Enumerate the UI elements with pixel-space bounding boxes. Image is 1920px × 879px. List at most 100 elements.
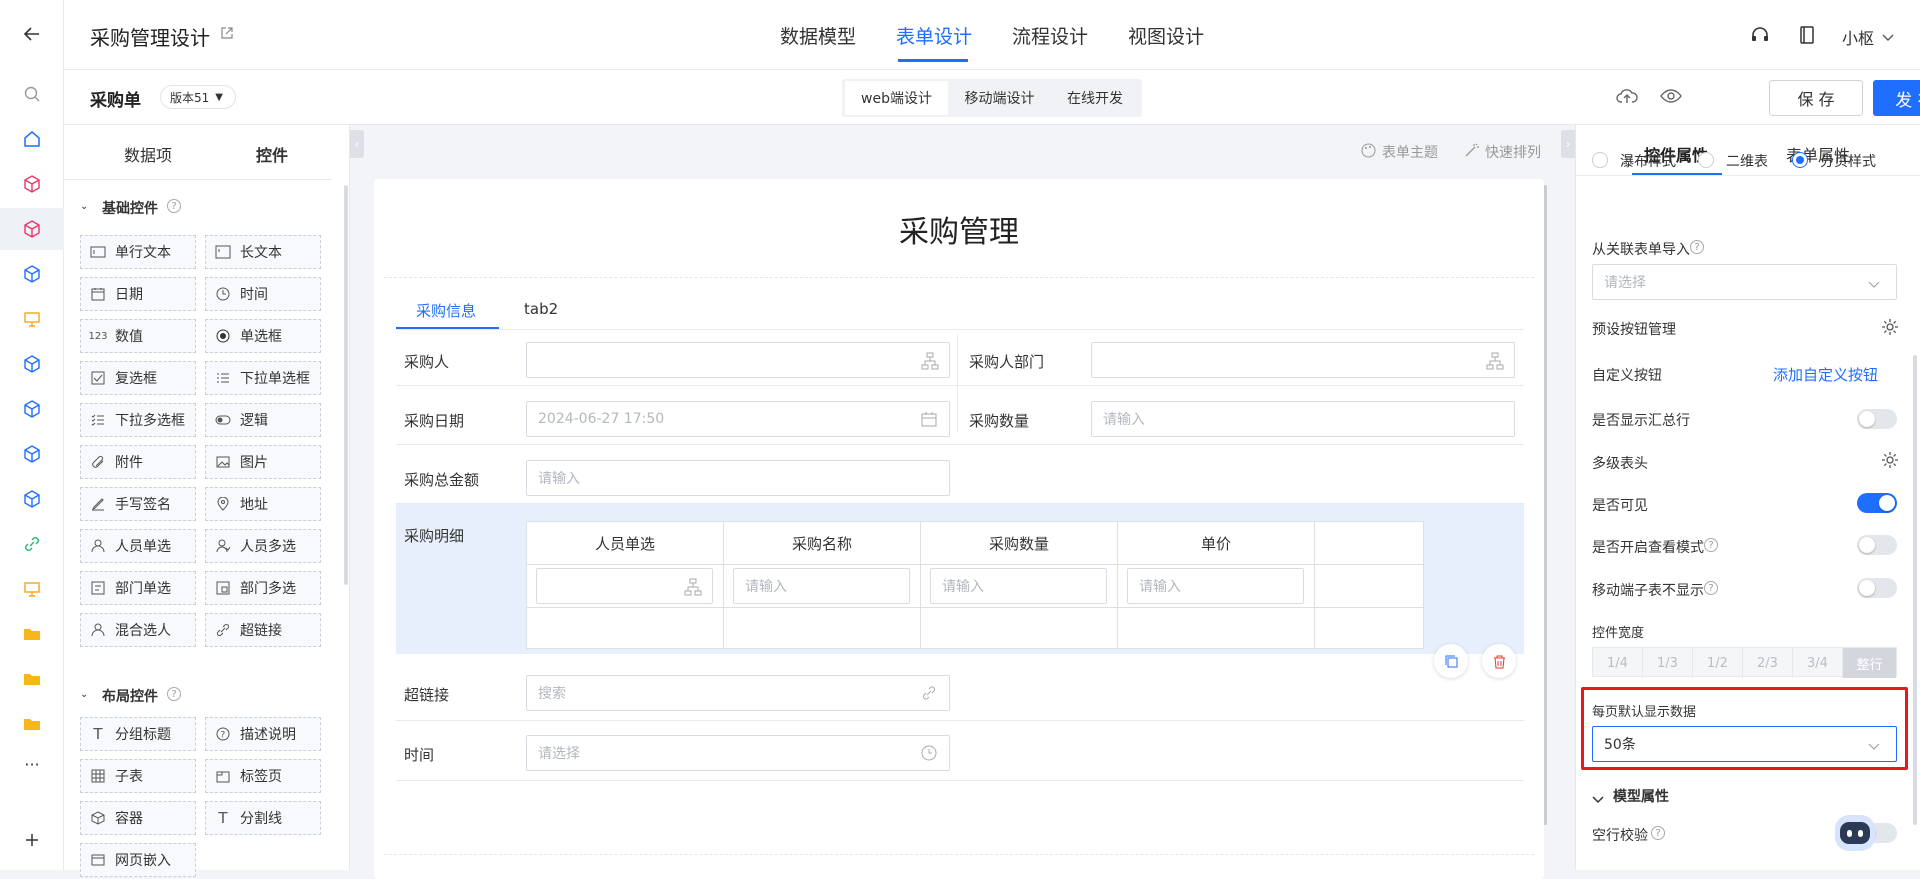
tab-data-model[interactable]: 数据模型 <box>780 22 856 49</box>
assistant-robot-icon[interactable] <box>1835 815 1875 851</box>
eye-icon[interactable] <box>1660 88 1682 108</box>
quick-sort-button[interactable]: 快速排列 <box>1485 142 1541 162</box>
palette-icon[interactable] <box>1361 143 1376 162</box>
copy-button[interactable] <box>1434 644 1468 678</box>
control-container[interactable]: 容器 <box>80 801 196 835</box>
help-icon[interactable]: ? <box>1651 826 1665 840</box>
control-web-embed[interactable]: 网页嵌入 <box>80 843 196 877</box>
book-icon[interactable] <box>1798 25 1816 49</box>
mobile-hide-toggle[interactable] <box>1857 578 1897 598</box>
control-hyperlink[interactable]: 超链接 <box>205 613 321 647</box>
chevron-down-icon[interactable]: ⌄ <box>80 201 88 212</box>
control-attachment[interactable]: 附件 <box>80 445 196 479</box>
control-dropdown-single[interactable]: 下拉单选框 <box>205 361 321 395</box>
left-scrollbar[interactable] <box>344 185 348 585</box>
external-link-icon[interactable] <box>220 26 234 44</box>
control-single-text[interactable]: 单行文本 <box>80 235 196 269</box>
headset-icon[interactable] <box>1750 25 1770 49</box>
search-icon[interactable] <box>18 80 46 108</box>
cube-pink-icon[interactable] <box>18 170 46 198</box>
visible-toggle[interactable] <box>1857 493 1897 513</box>
control-date[interactable]: 日期 <box>80 277 196 311</box>
add-custom-button-link[interactable]: 添加自定义按钮 <box>1773 364 1878 385</box>
version-select[interactable]: 版本51 ▼ <box>160 85 236 109</box>
magic-wand-icon[interactable] <box>1464 143 1479 162</box>
control-tabs[interactable]: 标签页 <box>205 759 321 793</box>
plus-icon[interactable] <box>18 826 46 854</box>
control-person-multi[interactable]: 人员多选 <box>205 529 321 563</box>
cube-blue-icon[interactable] <box>18 395 46 423</box>
collapse-right-handle[interactable]: › <box>1561 130 1575 158</box>
total-amount-input[interactable]: 请输入 <box>526 460 950 496</box>
help-icon[interactable]: ? <box>1690 240 1704 254</box>
control-image[interactable]: 图片 <box>205 445 321 479</box>
subtable-quantity-input[interactable]: 请输入 <box>930 568 1107 604</box>
width-option[interactable]: 3/4 <box>1793 648 1843 678</box>
buyer-picker[interactable] <box>526 342 950 378</box>
control-group-title[interactable]: T 分组标题 <box>80 717 196 751</box>
time-select[interactable]: 请选择 <box>526 735 950 771</box>
chevron-down-icon[interactable] <box>1882 30 1894 46</box>
cube-blue-icon[interactable] <box>18 440 46 468</box>
control-person-single[interactable]: 人员单选 <box>80 529 196 563</box>
more-icon[interactable]: ··· <box>18 750 46 778</box>
tab-form-design[interactable]: 表单设计 <box>896 22 972 49</box>
link-icon[interactable] <box>18 530 46 558</box>
date-input[interactable]: 2024-06-27 17:50 <box>526 401 950 437</box>
width-option[interactable]: 1/2 <box>1693 648 1743 678</box>
cube-pink-active-icon[interactable] <box>18 215 46 243</box>
help-icon[interactable]: ? <box>1704 581 1718 595</box>
width-option-selected[interactable]: 整行 <box>1843 648 1896 678</box>
control-signature[interactable]: 手写签名 <box>80 487 196 521</box>
cloud-upload-icon[interactable] <box>1616 87 1638 109</box>
control-number[interactable]: 123 数值 <box>80 319 196 353</box>
control-divider[interactable]: T 分割线 <box>205 801 321 835</box>
help-icon[interactable]: ? <box>1704 538 1718 552</box>
tab-view-design[interactable]: 视图设计 <box>1128 22 1204 49</box>
view-mode-toggle[interactable] <box>1857 535 1897 555</box>
show-summary-toggle[interactable] <box>1857 409 1897 429</box>
buyer-dept-picker[interactable] <box>1091 342 1515 378</box>
tab-controls[interactable]: 控件 <box>256 142 288 166</box>
back-arrow-icon[interactable] <box>18 20 46 48</box>
home-icon[interactable] <box>18 125 46 153</box>
radio-waterfall[interactable] <box>1592 152 1608 168</box>
control-checkbox[interactable]: 复选框 <box>80 361 196 395</box>
mode-mobile[interactable]: 移动端设计 <box>948 81 1051 115</box>
form-theme-button[interactable]: 表单主题 <box>1382 142 1438 162</box>
control-long-text[interactable]: 长文本 <box>205 235 321 269</box>
tab-purchase-info[interactable]: 采购信息 <box>416 300 476 321</box>
delete-button[interactable] <box>1482 644 1516 678</box>
control-mixed-person[interactable]: 混合选人 <box>80 613 196 647</box>
gear-icon[interactable] <box>1881 318 1899 340</box>
width-option[interactable]: 1/4 <box>1593 648 1643 678</box>
chevron-down-icon[interactable]: ⌄ <box>80 689 88 700</box>
presentation-icon[interactable] <box>18 575 46 603</box>
chevron-down-icon[interactable] <box>1592 792 1604 808</box>
folder-icon[interactable] <box>18 620 46 648</box>
control-dept-single[interactable]: 部门单选 <box>80 571 196 605</box>
width-option[interactable]: 2/3 <box>1743 648 1793 678</box>
mode-online-dev[interactable]: 在线开发 <box>1051 81 1139 115</box>
gear-icon[interactable] <box>1881 451 1899 473</box>
quantity-input[interactable]: 请输入 <box>1091 401 1515 437</box>
subtable-price-input[interactable]: 请输入 <box>1127 568 1304 604</box>
control-subtable[interactable]: 子表 <box>80 759 196 793</box>
folder-icon[interactable] <box>18 710 46 738</box>
user-name[interactable]: 小枢 <box>1842 25 1874 49</box>
control-radio[interactable]: 单选框 <box>205 319 321 353</box>
mode-web[interactable]: web端设计 <box>845 81 948 115</box>
control-dropdown-multi[interactable]: 下拉多选框 <box>80 403 196 437</box>
tab-tab2[interactable]: tab2 <box>524 300 558 318</box>
right-scrollbar[interactable] <box>1913 355 1917 825</box>
folder-icon[interactable] <box>18 665 46 693</box>
link-search-input[interactable]: 搜索 <box>526 675 950 711</box>
cube-blue-icon[interactable] <box>18 485 46 513</box>
control-dept-multi[interactable]: 部门多选 <box>205 571 321 605</box>
width-option[interactable]: 1/3 <box>1643 648 1693 678</box>
control-description[interactable]: ? 描述说明 <box>205 717 321 751</box>
publish-button[interactable]: 发 布 <box>1873 80 1920 116</box>
collapse-left-handle[interactable]: ‹ <box>350 130 364 158</box>
presentation-icon[interactable] <box>18 305 46 333</box>
subtable-person-picker[interactable] <box>536 568 713 604</box>
